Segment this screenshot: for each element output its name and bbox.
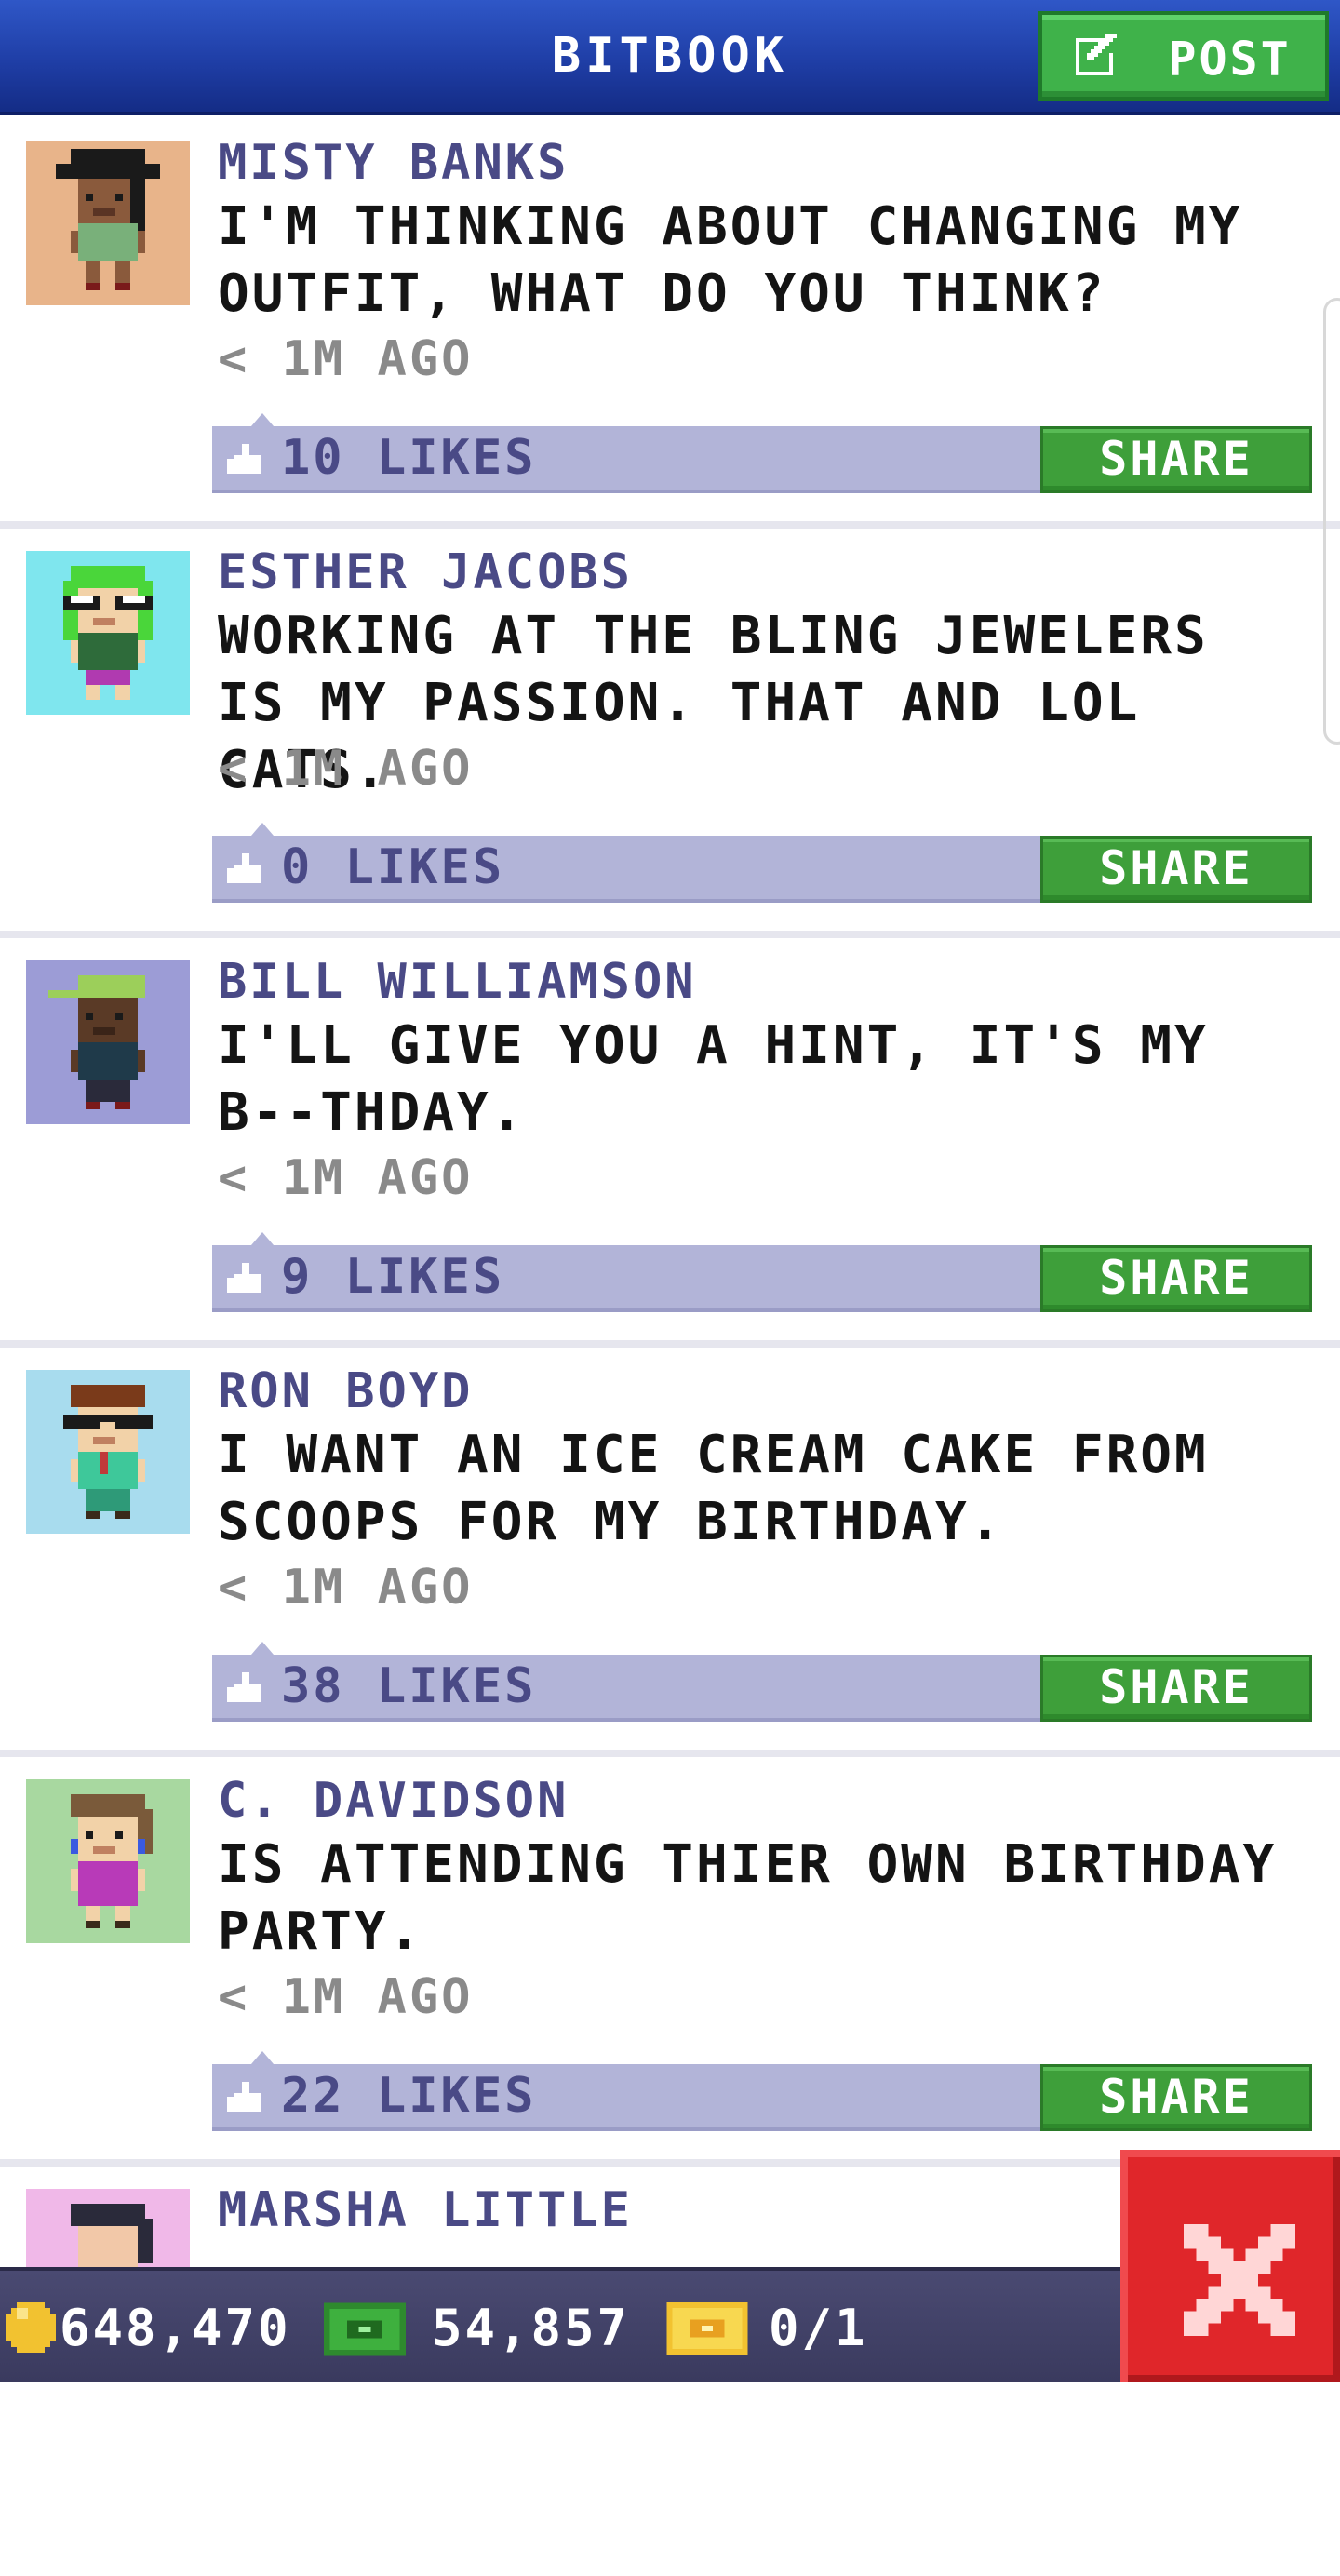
post-time: < 1M AGO — [218, 331, 474, 387]
thumbs-up-icon — [227, 2082, 261, 2112]
share-button[interactable]: SHARE — [1040, 836, 1312, 903]
share-button[interactable]: SHARE — [1040, 1245, 1312, 1312]
like-bar-notch — [251, 1642, 274, 1655]
like-count: 22 LIKES — [281, 2068, 537, 2124]
like-count: 38 LIKES — [281, 1658, 537, 1714]
avatar[interactable] — [26, 1779, 190, 1943]
post-divider — [0, 931, 1340, 938]
avatar[interactable] — [26, 960, 190, 1124]
post-author[interactable]: ESTHER JACOBS — [218, 540, 633, 605]
post-author[interactable]: RON BOYD — [218, 1359, 473, 1424]
post-divider — [0, 521, 1340, 529]
share-button[interactable]: SHARE — [1040, 2064, 1312, 2131]
app-header: BITBOOK POST — [0, 0, 1340, 115]
post-button-label: POST — [1168, 32, 1292, 87]
feed-post: MISTY BANKS I'M THINKING ABOUT CHANGING … — [0, 119, 1340, 529]
like-bar-notch — [251, 413, 274, 426]
share-button[interactable]: SHARE — [1040, 426, 1312, 493]
avatar[interactable] — [26, 1370, 190, 1534]
avatar-image — [26, 1779, 190, 1943]
post-time: < 1M AGO — [218, 741, 474, 797]
like-bar-notch — [251, 823, 274, 836]
avatar-image — [26, 551, 190, 715]
avatar-image — [26, 1370, 190, 1534]
like-count: 9 LIKES — [281, 1249, 505, 1305]
avatar[interactable] — [26, 551, 190, 715]
post-button[interactable]: POST — [1038, 11, 1329, 101]
post-divider — [0, 1340, 1340, 1348]
edit-icon — [1076, 34, 1118, 75]
feed-post: C. DAVIDSON IS ATTENDING THIER OWN BIRTH… — [0, 1757, 1340, 2167]
post-author[interactable]: C. DAVIDSON — [218, 1768, 569, 1833]
post-time: < 1M AGO — [218, 1969, 474, 2025]
like-count: 10 LIKES — [281, 430, 537, 486]
avatar[interactable] — [26, 141, 190, 305]
ticket-icon — [666, 2302, 748, 2355]
post-message: I WANT AN ICE CREAM CAKE FROM SCOOPS FOR… — [218, 1425, 1209, 1552]
feed-post: BILL WILLIAMSON I'LL GIVE YOU A HINT, IT… — [0, 938, 1340, 1348]
post-author[interactable]: BILL WILLIAMSON — [218, 949, 697, 1014]
avatar-image — [26, 960, 190, 1124]
like-count: 0 LIKES — [281, 839, 505, 895]
feed-post: ESTHER JACOBS WORKING AT THE BLING JEWEL… — [0, 529, 1340, 938]
post-message: I'M THINKING ABOUT CHANGING MY OUTFIT, W… — [218, 196, 1243, 324]
close-button[interactable] — [1120, 2150, 1340, 2382]
ticket-count: 0/1 — [769, 2299, 868, 2357]
post-author[interactable]: MARSHA LITTLE — [218, 2178, 633, 2243]
scroll-indicator — [1323, 298, 1340, 745]
post-message: I'LL GIVE YOU A HINT, IT'S MY B--THDAY. — [218, 1015, 1209, 1143]
coin-icon — [6, 2302, 56, 2353]
post-author[interactable]: MISTY BANKS — [218, 130, 569, 195]
thumbs-up-icon — [227, 1263, 261, 1293]
like-bar-notch — [251, 1232, 274, 1245]
feed-post: RON BOYD I WANT AN ICE CREAM CAKE FROM S… — [0, 1348, 1340, 1757]
coin-count: 648,470 — [60, 2299, 291, 2357]
thumbs-up-icon — [227, 444, 261, 474]
close-icon — [1184, 2224, 1295, 2336]
post-message: IS ATTENDING THIER OWN BIRTHDAY PARTY. — [218, 1834, 1278, 1962]
post-divider — [0, 1750, 1340, 1757]
post-time: < 1M AGO — [218, 1560, 474, 1616]
share-button[interactable]: SHARE — [1040, 1655, 1312, 1722]
thumbs-up-icon — [227, 1672, 261, 1702]
bux-count: 54,857 — [432, 2299, 631, 2357]
avatar-image — [26, 141, 190, 305]
like-bar-notch — [251, 2051, 274, 2064]
thumbs-up-icon — [227, 853, 261, 883]
cash-icon — [324, 2302, 406, 2356]
post-time: < 1M AGO — [218, 1150, 474, 1206]
